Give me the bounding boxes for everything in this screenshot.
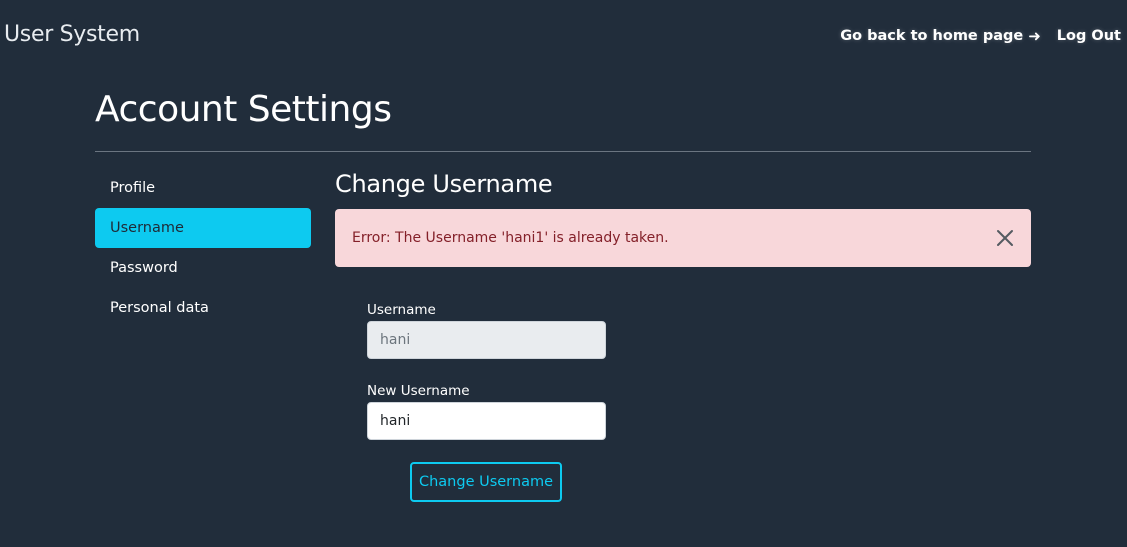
sidebar-item-profile[interactable]: Profile <box>95 168 311 208</box>
home-link[interactable]: Go back to home page ➜ <box>840 27 1041 45</box>
new-username-field[interactable] <box>367 402 606 440</box>
error-alert: Error: The Username 'hani1' is already t… <box>335 209 1031 267</box>
new-username-label: New Username <box>367 383 470 399</box>
sidebar: Profile Username Password Personal data <box>95 168 311 328</box>
divider <box>95 151 1031 152</box>
app-brand[interactable]: User System <box>4 22 140 47</box>
section-title: Change Username <box>335 170 553 198</box>
sidebar-item-personal-data[interactable]: Personal data <box>95 288 311 328</box>
page-title: Account Settings <box>95 89 392 130</box>
alert-message: Error: The Username 'hani1' is already t… <box>352 230 669 246</box>
username-label: Username <box>367 302 436 318</box>
username-field <box>367 321 606 359</box>
close-icon[interactable] <box>993 226 1017 250</box>
top-nav: Go back to home page ➜ Log Out <box>840 27 1121 45</box>
sidebar-item-username[interactable]: Username <box>95 208 311 248</box>
logout-link[interactable]: Log Out <box>1057 28 1121 44</box>
sidebar-item-password[interactable]: Password <box>95 248 311 288</box>
home-link-label: Go back to home page <box>840 28 1024 44</box>
arrow-right-icon: ➜ <box>1028 27 1041 45</box>
change-username-button[interactable]: Change Username <box>410 462 562 502</box>
